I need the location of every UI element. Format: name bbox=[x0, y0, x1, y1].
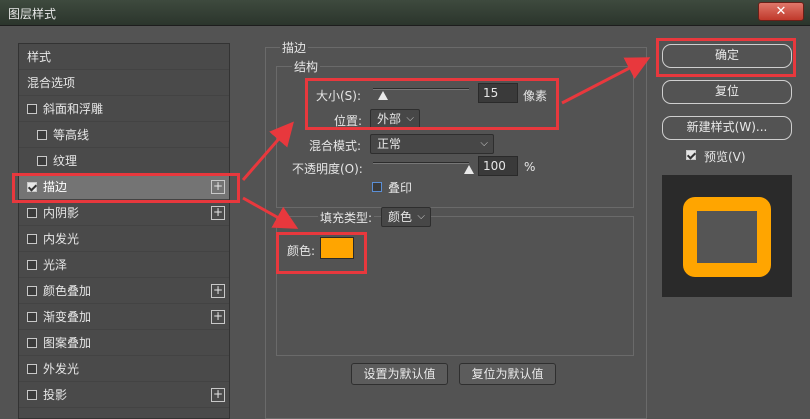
annotation-arrows bbox=[241, 57, 651, 229]
arrow-to-color bbox=[242, 196, 299, 229]
arrow-to-ok bbox=[561, 57, 651, 105]
arrow-to-size bbox=[241, 121, 294, 181]
